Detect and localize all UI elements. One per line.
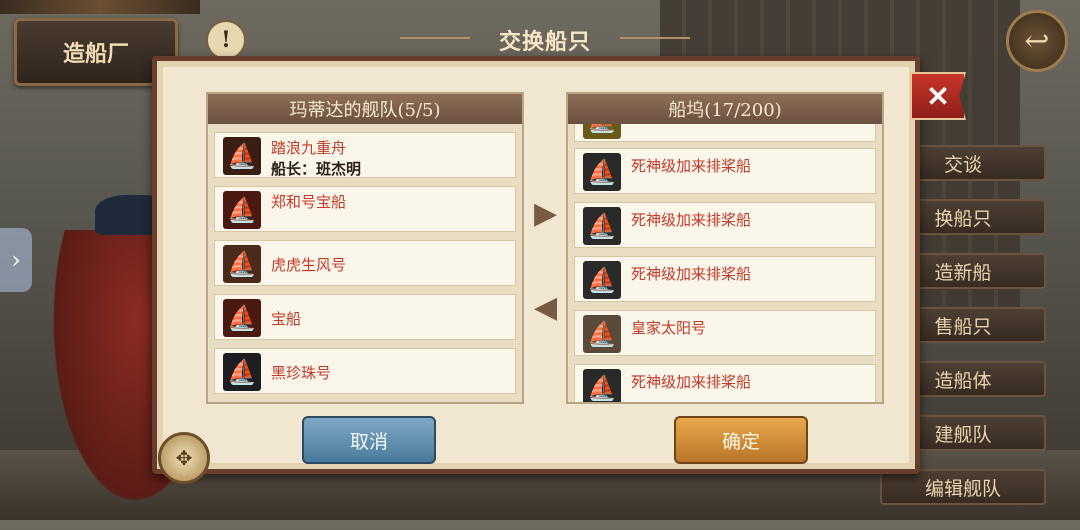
side-menu-label: 售船只 [934, 315, 992, 338]
white-sail-ship-icon: ⛵ [583, 315, 621, 353]
ship-name: 皇家太阳号 [631, 319, 707, 337]
close-icon: ✕ [926, 79, 950, 113]
fleet-panel-title: 玛蒂达的舰队(5/5) [208, 94, 522, 124]
alert-glyph: ! [221, 27, 231, 53]
title-divider-left [400, 37, 470, 39]
ship-name: 黑珍珠号 [271, 364, 332, 382]
fleet-ship-row[interactable]: ⛵ 宝船 [214, 294, 516, 340]
dock-panel-title: 船坞(17/200) [568, 94, 882, 124]
ship-name: 宝船 [271, 310, 302, 328]
close-button[interactable]: ✕ [910, 72, 966, 120]
title-divider-right [620, 37, 690, 39]
fleet-ship-row[interactable]: ⛵ 虎虎生风号 [214, 240, 516, 286]
galley-icon: ⛵ [583, 153, 621, 191]
dock-ship-row[interactable]: ⛵ 死神级加来排桨船 [574, 256, 876, 302]
back-button[interactable]: ↩ [1006, 10, 1068, 72]
ship-name: 死神级加来排桨船 [631, 211, 752, 229]
compass-icon: ✥ [158, 432, 210, 484]
junk-ship-icon: ⛵ [223, 137, 261, 175]
cancel-label: 取消 [349, 430, 388, 453]
side-menu-label: 编辑舰队 [924, 477, 1001, 500]
ship-name: 郑和号宝船 [271, 193, 347, 211]
side-menu-label: 换船只 [934, 207, 992, 230]
dock-ship-row[interactable]: ⛵ [574, 124, 876, 142]
galley-icon: ⛵ [583, 261, 621, 299]
side-menu-label: 交谈 [943, 153, 982, 176]
dock-list[interactable]: ⛵ ⛵ 死神级加来排桨船 ⛵ 死神级加来排桨船 ⛵ 死神级加来排桨船 ⛵ 皇家太… [568, 124, 882, 402]
transfer-right-arrow[interactable]: ▶ [534, 196, 557, 231]
ship-name: 死神级加来排桨船 [631, 157, 752, 175]
fleet-ship-row[interactable]: ⛵ 郑和号宝船 [214, 186, 516, 232]
dock-ship-row[interactable]: ⛵ 死神级加来排桨船 [574, 202, 876, 248]
confirm-label: 确定 [721, 430, 760, 453]
treasure-ship-icon: ⛵ [223, 299, 261, 337]
ship-name: 死神级加来排桨船 [631, 265, 752, 283]
fleet-ship-row[interactable]: ⛵ 踏浪九重舟 船长：班杰明 [214, 132, 516, 178]
modal-title: 交换船只 [498, 29, 591, 55]
side-menu-label: 造新船 [934, 261, 992, 284]
expand-left-tab[interactable]: › [0, 228, 32, 292]
transfer-left-arrow[interactable]: ◀ [534, 290, 557, 325]
shipyard-label: 造船厂 [62, 41, 129, 67]
black-ship-icon: ⛵ [223, 353, 261, 391]
treasure-ship-icon: ⛵ [223, 191, 261, 229]
galley-icon: ⛵ [583, 369, 621, 402]
cancel-button[interactable]: 取消 [302, 416, 436, 464]
galley-icon: ⛵ [583, 207, 621, 245]
dock-ship-row[interactable]: ⛵ 死神级加来排桨船 [574, 148, 876, 194]
galleon-icon: ⛵ [223, 245, 261, 283]
yellow-ship-icon: ⛵ [583, 124, 621, 139]
side-menu-edit-fleet[interactable]: 编辑舰队 [880, 469, 1046, 505]
side-menu-label: 建舰队 [934, 423, 992, 446]
fleet-ship-row[interactable]: ⛵ 黑珍珠号 [214, 348, 516, 394]
confirm-button[interactable]: 确定 [674, 416, 808, 464]
fleet-list[interactable]: ⛵ 踏浪九重舟 船长：班杰明 ⛵ 郑和号宝船 ⛵ 虎虎生风号 ⛵ 宝船 ⛵ 黑珍… [208, 124, 522, 402]
back-icon: ↩ [1024, 23, 1050, 59]
alert-icon[interactable]: ! [206, 20, 246, 60]
side-menu-label: 造船体 [934, 369, 992, 392]
dock-panel: 船坞(17/200) ⛵ ⛵ 死神级加来排桨船 ⛵ 死神级加来排桨船 ⛵ 死神级… [566, 92, 884, 404]
dock-ship-row[interactable]: ⛵ 死神级加来排桨船 [574, 364, 876, 402]
chevron-right-icon: › [11, 246, 21, 274]
ship-name: 虎虎生风号 [271, 256, 347, 274]
ship-name: 踏浪九重舟 [271, 139, 347, 157]
signboard-chain [0, 0, 200, 14]
dock-ship-row[interactable]: ⛵ 皇家太阳号 [574, 310, 876, 356]
ship-name: 死神级加来排桨船 [631, 373, 752, 391]
ship-captain: 船长：班杰明 [271, 160, 362, 178]
fleet-panel: 玛蒂达的舰队(5/5) ⛵ 踏浪九重舟 船长：班杰明 ⛵ 郑和号宝船 ⛵ 虎虎生… [206, 92, 524, 404]
